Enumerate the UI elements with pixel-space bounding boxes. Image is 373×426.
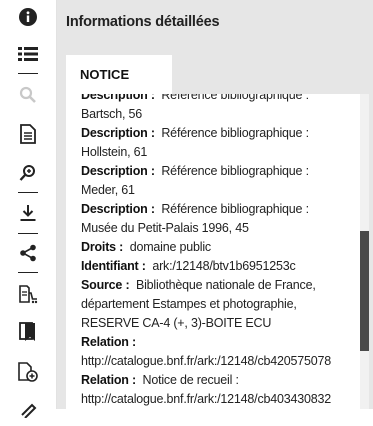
record-line: Relation : Notice de recueil : [81,371,364,390]
record-field-value: RESERVE CA-4 (+, 3)-BOITE ECU [81,316,272,330]
record-field-value: département Estampes et photographie, [81,297,297,311]
record-line: Relation : [81,333,364,352]
sidebar-toolbar [0,0,57,418]
record-lines: Description : Référence bibliographique … [81,94,364,409]
record-content: Description : Référence bibliographique … [66,94,364,409]
record-field-label: Description : [81,94,155,102]
zoom-in-icon[interactable] [0,156,56,190]
add-document-icon[interactable] [0,355,56,389]
record-field-value[interactable]: http://catalogue.bnf.fr/ark:/12148/cb420… [81,354,331,368]
record-line: Description : Référence bibliographique … [81,124,364,143]
record-field-value: Hollstein, 61 [81,145,148,159]
search-icon[interactable] [0,78,56,112]
detail-panel: Informations détaillées NOTICE Descripti… [57,0,373,409]
record-field-value: ark:/12148/btv1b6951253c [152,259,296,273]
record-field-label: Source : [81,278,130,292]
document-icon[interactable] [0,117,56,151]
record-field-value: Bartsch, 56 [81,107,143,121]
bookmark-icon[interactable] [0,315,56,349]
record-line: département Estampes et photographie, [81,295,364,314]
record-field-label: Relation : [81,335,136,349]
cart-icon[interactable] [0,277,56,311]
record-field-value: Meder, 61 [81,183,135,197]
info-icon[interactable] [0,0,56,34]
record-line: Description : Référence bibliographique … [81,162,364,181]
record-field-label: Identifiant : [81,259,146,273]
record-line: Bartsch, 56 [81,105,364,124]
record-line: Description : Référence bibliographique … [81,94,364,105]
record-field-value: Référence bibliographique : [161,164,309,178]
record-field-value: Musée du Petit-Palais 1996, 45 [81,221,249,235]
record-field-value: domaine public [129,240,211,254]
record-line: Meder, 61 [81,181,364,200]
record-line: Source : Bibliothèque nationale de Franc… [81,276,364,295]
tab-notice-label: NOTICE [80,67,130,82]
record-field-value: Notice de recueil : [142,373,239,387]
pen-icon[interactable] [0,392,56,426]
record-line: Musée du Petit-Palais 1996, 45 [81,219,364,238]
record-line: Droits : domaine public [81,238,364,257]
record-field-value: Référence bibliographique : [161,202,309,216]
record-field-value: Bibliothèque nationale de France, [135,278,316,292]
record-field-value: Référence bibliographique : [161,94,309,102]
record-line: Hollstein, 61 [81,143,364,162]
record-field-value[interactable]: http://catalogue.bnf.fr/ark:/12148/cb403… [81,392,331,406]
tab-notice[interactable]: NOTICE [66,55,172,95]
scrollbar[interactable] [360,94,369,409]
record-line: Description : Référence bibliographique … [81,200,364,219]
record-line: RESERVE CA-4 (+, 3)-BOITE ECU [81,314,364,333]
record-line: Identifiant : ark:/12148/btv1b6951253c [81,257,364,276]
list-icon[interactable] [0,37,56,71]
record-field-value: Référence bibliographique : [161,126,309,140]
record-field-label: Description : [81,164,155,178]
record-field-label: Description : [81,202,155,216]
record-line: http://catalogue.bnf.fr/ark:/12148/cb420… [81,352,364,371]
record-field-label: Droits : [81,240,124,254]
share-icon[interactable] [0,236,56,270]
panel-title: Informations détaillées [66,14,220,30]
record-field-label: Description : [81,126,155,140]
download-icon[interactable] [0,196,56,230]
scrollbar-thumb[interactable] [360,231,369,351]
record-field-label: Relation : [81,373,136,387]
record-line: http://catalogue.bnf.fr/ark:/12148/cb403… [81,390,364,409]
